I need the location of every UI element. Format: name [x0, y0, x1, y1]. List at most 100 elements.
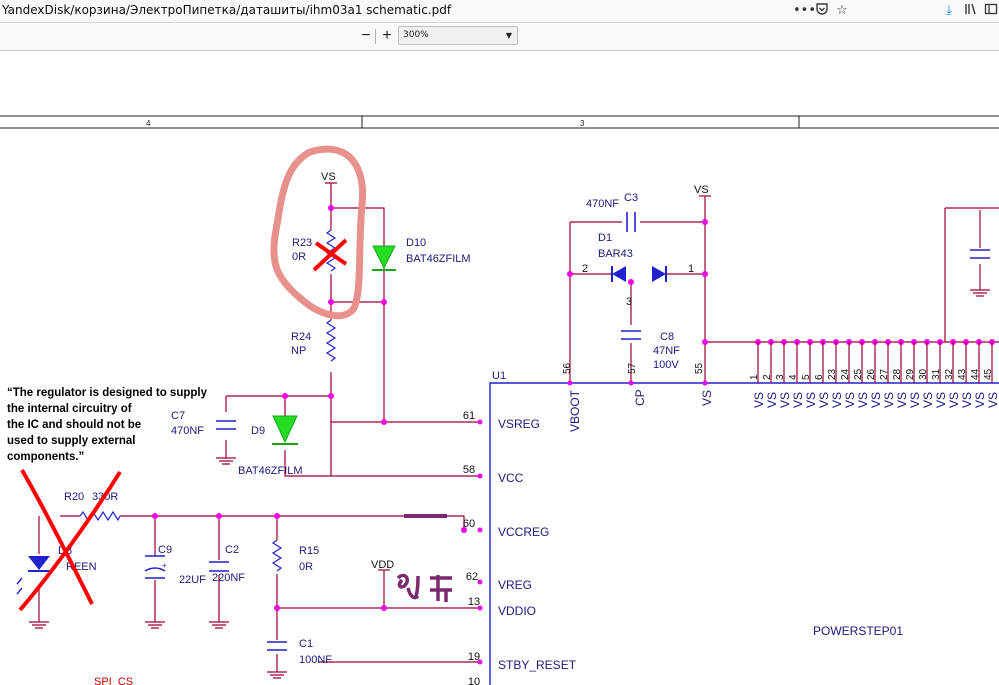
net-label-vs-2: VS [694, 184, 709, 196]
vs-pin-name: VS [908, 392, 922, 408]
markup-capacitor-sketch [430, 575, 452, 602]
pin-name-cp: CP [633, 389, 647, 406]
library-icon[interactable] [962, 2, 980, 20]
c9-value: 22UF [179, 574, 206, 586]
drawing-frame: 4 3 [0, 115, 999, 129]
more-horizontal-icon[interactable]: ••• [793, 2, 816, 20]
pin-name-vcc: VCC [498, 471, 524, 485]
zoom-out-button[interactable]: − [357, 27, 375, 45]
pin-num-61: 61 [463, 410, 475, 422]
c8-ref: C8 [660, 331, 674, 343]
r23-value: 0R [292, 251, 306, 263]
net-labels: VS VS VDD [321, 171, 711, 571]
vs-pin-name: VS [882, 392, 896, 408]
vs-pin-number: 27 [879, 368, 890, 380]
pin-num-13: 13 [468, 596, 480, 608]
vs-pin-name: VS [973, 392, 987, 408]
pin-name-vsreg: VSREG [498, 417, 540, 431]
vs-pin-number: 2 [762, 374, 773, 380]
vs-pin-number: 43 [957, 368, 968, 380]
vs-pin-name: VS [986, 392, 999, 408]
vs-pin-number: 26 [866, 368, 877, 380]
d1-ref: D1 [598, 232, 612, 244]
vs-pin-name: VS [947, 392, 961, 408]
c3-value: 470NF [586, 198, 619, 210]
pdf-page-canvas: 4 3 + VS VS VDD R23 0R D10 BAT46ZFILM R2… [0, 115, 999, 685]
u1-vs-pin-block: 1 VS 2 VS 3 VS 4 VS 5 VS 6 VS 23 VS 24 VS 25 VS 26 VS 27 VS 28… [749, 368, 999, 408]
pin-name-stby-reset: STBY_RESET [498, 658, 577, 672]
c1-ref: C1 [299, 638, 313, 650]
pin-name-vddio: VDDIO [498, 604, 536, 618]
vs-pin-name: VS [765, 392, 779, 408]
vs-pin-number: 45 [983, 368, 994, 380]
net-label-vdd: VDD [371, 559, 394, 571]
vs-pin-number: 28 [892, 368, 903, 380]
u1-ic-outline [489, 382, 999, 685]
vs-pin-number: 1 [749, 374, 760, 380]
pin-num-60: 60 [463, 518, 475, 530]
c9-ref: C9 [158, 544, 172, 556]
vs-pin-number: 30 [918, 368, 929, 380]
pin-num-56: 56 [562, 362, 573, 374]
pin-num-62: 62 [466, 571, 478, 583]
pin-num-19: 19 [468, 651, 480, 663]
c1-value: 100NF [299, 654, 332, 666]
pin-num-57: 57 [627, 362, 638, 374]
pin-name-vccreg: VCCREG [498, 525, 549, 539]
d9-value: BAT46ZFILM [238, 465, 303, 477]
r24-value: NP [291, 345, 306, 357]
d1-pin3: 3 [626, 296, 632, 308]
sidebar-icon[interactable] [982, 2, 999, 20]
chevron-down-icon: ▼ [505, 31, 512, 40]
download-icon[interactable]: ⤓ [940, 2, 958, 20]
u1-ref: U1 [492, 370, 506, 382]
zone-label-4: 4 [146, 119, 151, 128]
vs-pin-number: 29 [905, 368, 916, 380]
star-icon[interactable]: ☆ [833, 2, 851, 20]
c3-ref: C3 [624, 192, 638, 204]
annotation-line-4: used to supply external [7, 435, 135, 447]
vs-pin-number: 31 [931, 368, 942, 380]
u1-top-pins: 56 VBOOT 57 CP 55 VS [562, 362, 714, 432]
pin-name-vboot: VBOOT [568, 389, 582, 432]
vs-pin-name: VS [778, 392, 792, 408]
pocket-icon[interactable] [813, 2, 831, 20]
zoom-select[interactable]: 300% ▼ [398, 26, 518, 45]
r15-value: 0R [299, 561, 313, 573]
d10-value: BAT46ZFILM [406, 253, 471, 265]
pin-num-58: 58 [463, 464, 475, 476]
zoom-in-button[interactable]: + [378, 27, 396, 45]
vs-pin-name: VS [921, 392, 935, 408]
vs-pin-name: VS [960, 392, 974, 408]
vs-pin-name: VS [869, 392, 883, 408]
c7-value: 470NF [171, 425, 204, 437]
r15-ref: R15 [299, 545, 319, 557]
component-labels: R23 0R D10 BAT46ZFILM R24 NP C7 470NF D9… [58, 192, 903, 666]
address-bar-url[interactable]: YandexDisk/корзина/ЭлектроПипетка/даташи… [2, 3, 451, 17]
net-label-spi-cs: SPI_CS [94, 676, 133, 685]
c8-voltage: 100V [653, 359, 679, 371]
c7-ref: C7 [171, 410, 185, 422]
resistors [79, 229, 337, 572]
d1-value: BAR43 [598, 248, 633, 260]
u1-left-pins: 61 VSREG 58 VCC 60 VCCREG 62 VREG 13 VDD… [463, 410, 577, 685]
vs-pin-number: 4 [788, 374, 799, 380]
vs-pin-number: 44 [970, 368, 981, 380]
markup-scribble-91 [396, 573, 420, 600]
vs-pin-name: VS [895, 392, 909, 408]
vs-pin-number: 25 [853, 368, 864, 380]
vs-pin-name: VS [856, 392, 870, 408]
vs-pin-number: 24 [840, 368, 851, 380]
c8-value: 47NF [653, 345, 680, 357]
d9-ref: D9 [251, 425, 265, 437]
d10-ref: D10 [406, 237, 426, 249]
vs-pin-name: VS [752, 392, 766, 408]
markup-annotations [18, 145, 452, 612]
r23-ref: R23 [292, 237, 312, 249]
annotation-line-3: the IC and should not be [7, 419, 141, 431]
annotation-line-5: components.” [7, 451, 84, 463]
vs-pin-number: 6 [814, 374, 825, 380]
net-label-vs: VS [321, 171, 336, 183]
r20-ref: R20 [64, 491, 84, 503]
vs-pin-name: VS [830, 392, 844, 408]
